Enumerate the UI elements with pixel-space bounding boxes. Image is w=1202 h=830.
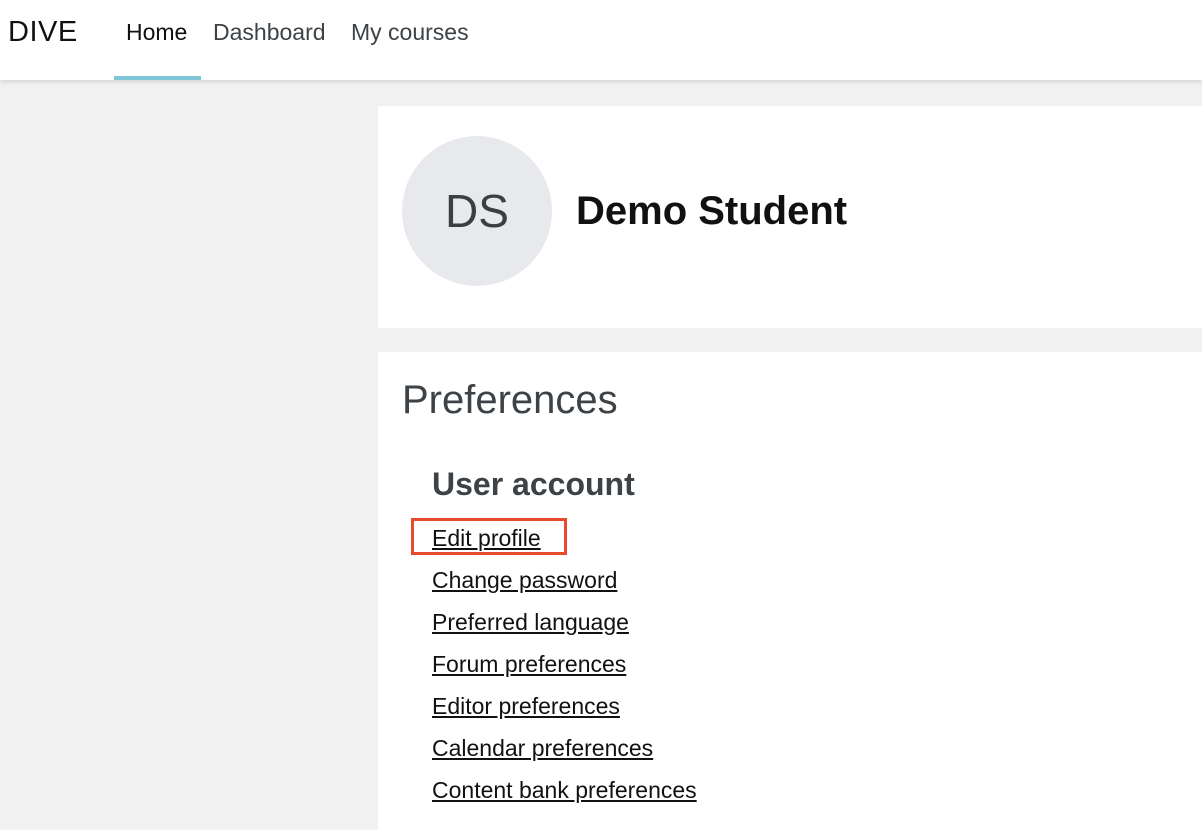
profile-header-card: DS Demo Student	[378, 106, 1202, 328]
nav-item-dashboard[interactable]: Dashboard	[213, 19, 326, 46]
link-editor-preferences[interactable]: Editor preferences	[432, 693, 620, 720]
section-title-user-account: User account	[432, 466, 635, 502]
nav-item-home[interactable]: Home	[126, 19, 187, 46]
nav-item-my-courses[interactable]: My courses	[351, 19, 469, 46]
preferences-card: Preferences User account Edit profile Ch…	[378, 352, 1202, 830]
page-background	[0, 80, 378, 830]
link-content-bank-preferences[interactable]: Content bank preferences	[432, 777, 697, 804]
top-navbar: DIVE Home Dashboard My courses	[0, 0, 1202, 80]
link-change-password[interactable]: Change password	[432, 567, 617, 594]
nav-active-indicator	[114, 76, 201, 80]
user-fullname: Demo Student	[576, 189, 848, 233]
avatar-initials: DS	[445, 185, 509, 237]
link-calendar-preferences[interactable]: Calendar preferences	[432, 735, 653, 762]
link-forum-preferences[interactable]: Forum preferences	[432, 651, 626, 678]
link-preferred-language[interactable]: Preferred language	[432, 609, 629, 636]
link-edit-profile[interactable]: Edit profile	[432, 525, 541, 552]
site-brand-link[interactable]: DIVE	[8, 16, 78, 49]
avatar[interactable]: DS	[402, 136, 552, 286]
page-title: Preferences	[402, 378, 618, 422]
